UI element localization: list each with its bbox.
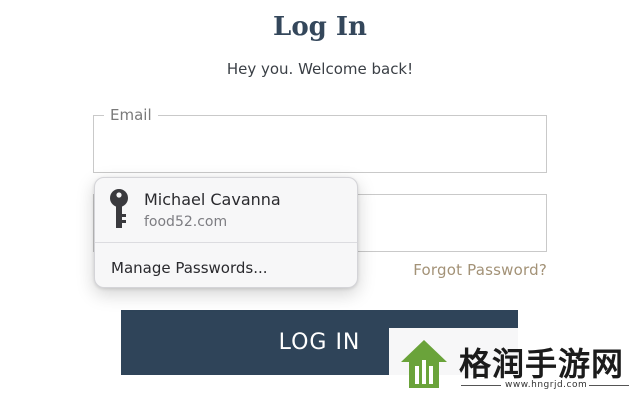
- watermark-text: 格润手游网: [459, 345, 625, 383]
- popup-divider: [95, 242, 357, 243]
- email-field[interactable]: Email: [93, 106, 547, 173]
- watermark-url: www.hngrjd.com: [505, 380, 588, 390]
- watermark-logo-icon: [401, 340, 447, 388]
- email-input[interactable]: [94, 116, 546, 172]
- forgot-password-link[interactable]: Forgot Password?: [413, 261, 547, 279]
- manage-passwords-item[interactable]: Manage Passwords...: [111, 259, 268, 277]
- key-icon: [110, 189, 128, 228]
- credential-username: Michael Cavanna: [144, 190, 281, 209]
- watermark-line-left: [461, 385, 501, 386]
- saved-credential-item[interactable]: Michael Cavanna food52.com: [95, 178, 357, 242]
- password-autofill-popup: Michael Cavanna food52.com Manage Passwo…: [94, 177, 358, 288]
- page-subtitle: Hey you. Welcome back!: [226, 60, 414, 78]
- watermark-line-right: [589, 385, 629, 386]
- page-title: Log In: [273, 12, 367, 42]
- site-watermark: 格润手游网 www.hngrjd.com: [389, 328, 640, 400]
- credential-site: food52.com: [144, 214, 228, 230]
